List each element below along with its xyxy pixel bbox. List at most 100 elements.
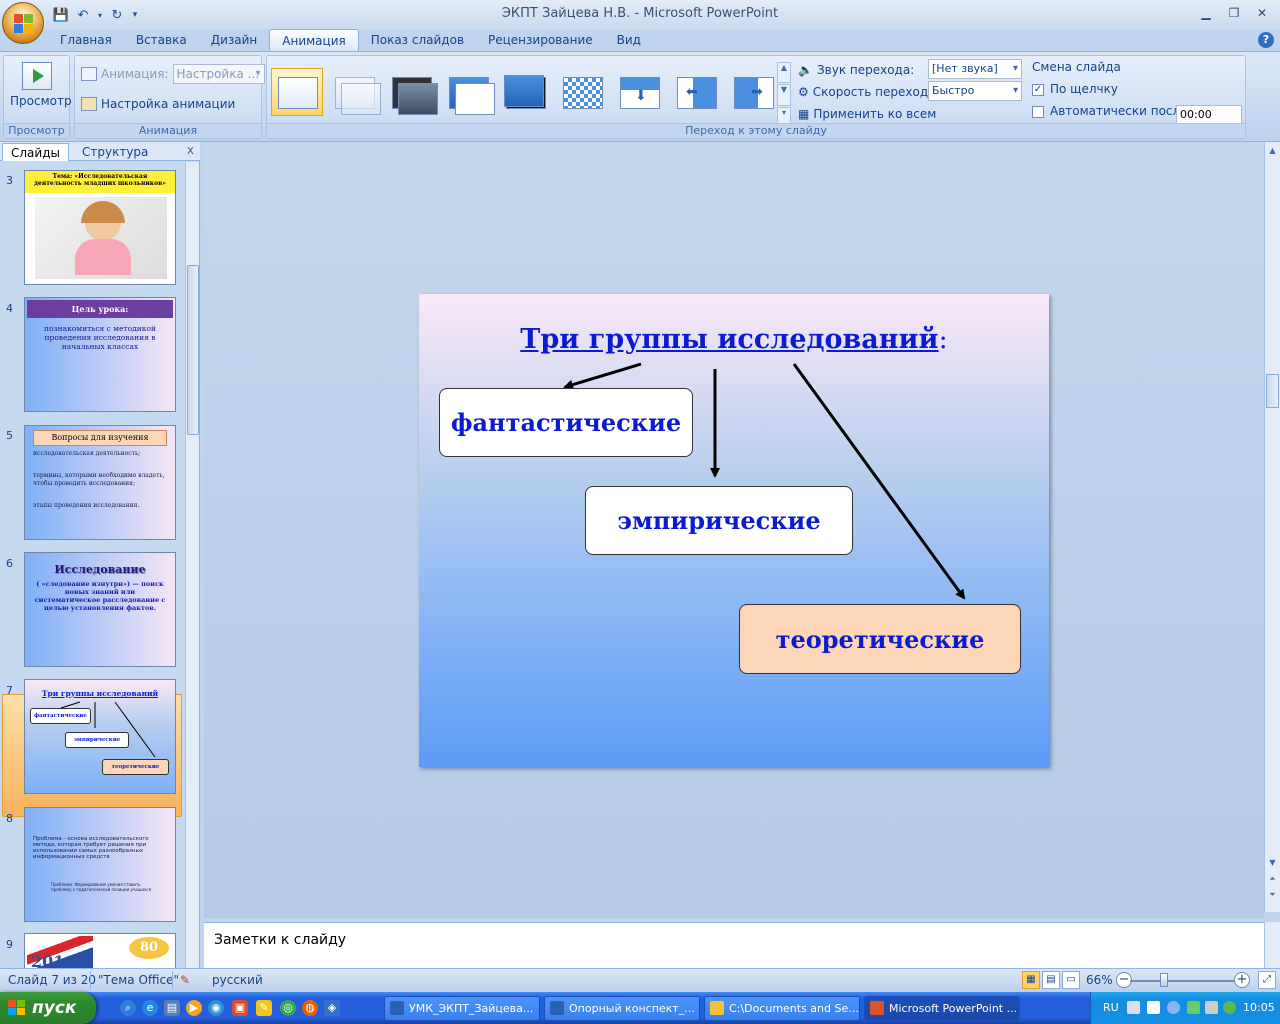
zoom-level[interactable]: 66% [1086, 973, 1113, 987]
slide-thumbnail-6[interactable]: Исследование ( «следование изнутри») — п… [24, 552, 176, 667]
slide-box-empirical[interactable]: эмпирические [585, 486, 853, 555]
slide-thumbnail-3[interactable]: Тема: «Исследовательская деятельность мл… [24, 170, 176, 285]
auto-advance-time-input[interactable]: 00:00 [1176, 105, 1242, 125]
tab-outline[interactable]: Структура [74, 143, 156, 161]
on-click-checkbox[interactable]: ✓ [1032, 83, 1044, 96]
app-icon[interactable]: ▣ [232, 1000, 248, 1016]
slide-box-fantastic[interactable]: фантастические [439, 388, 693, 457]
notes-pane[interactable]: Заметки к слайду [204, 922, 1264, 968]
animation-select[interactable]: Настройка ... [172, 64, 265, 84]
firefox-icon[interactable]: ◍ [302, 1000, 318, 1016]
next-slide-icon[interactable]: ⏷ [1266, 888, 1279, 902]
editor-scrollbar[interactable]: ▲ ▼ ⏶ ⏷ [1264, 142, 1280, 912]
gallery-down-icon[interactable]: ▼ [777, 84, 791, 106]
transition-cut[interactable] [442, 68, 495, 116]
close-pane-icon[interactable]: x [187, 143, 194, 157]
sound-select[interactable]: [Нет звука] [928, 59, 1022, 79]
keyboard-icon[interactable] [1127, 1001, 1140, 1014]
transition-fade[interactable] [328, 68, 381, 116]
scroll-up-icon[interactable]: ▲ [1266, 144, 1279, 158]
tab-animation[interactable]: Анимация [269, 29, 359, 51]
editor-scroll-thumb[interactable] [1266, 374, 1279, 408]
media-icon[interactable]: ◉ [208, 1000, 224, 1016]
transition-fade-black[interactable] [385, 68, 438, 116]
apply-all-button[interactable]: ▦ Применить ко всем [798, 104, 936, 124]
tray-app-icon[interactable] [1147, 1001, 1160, 1014]
gallery-up-icon[interactable]: ▲ [777, 62, 791, 84]
speed-select[interactable]: Быстро [928, 81, 1022, 101]
slides-pane-scroll-thumb[interactable] [187, 265, 199, 435]
volume-icon[interactable] [1205, 1001, 1218, 1014]
auto-advance-checkbox[interactable] [1032, 105, 1044, 118]
tab-view[interactable]: Вид [605, 29, 653, 51]
restore-icon[interactable]: ❐ [1222, 4, 1246, 22]
antivirus-icon[interactable] [1223, 1001, 1236, 1014]
zoom-slider[interactable] [1130, 980, 1234, 982]
tab-slides[interactable]: Слайды [2, 143, 69, 161]
tab-insert[interactable]: Вставка [124, 29, 199, 51]
transition-wipe-down[interactable]: ⬇ [613, 68, 665, 116]
other-app-icon[interactable]: ◈ [324, 1000, 340, 1016]
transition-cut-black[interactable] [499, 68, 551, 116]
slide-box-theoretical[interactable]: теоретические [739, 604, 1021, 674]
slide-thumbnail-4[interactable]: Цель урока: познакомиться с методикой пр… [24, 297, 176, 412]
taskbar-item-word-1[interactable]: УМК_ЭКПТ_Зайцева... [384, 996, 540, 1021]
previous-slide-icon[interactable]: ⏶ [1266, 872, 1279, 886]
language-indicator[interactable]: русский [212, 973, 263, 987]
slide-sorter-icon[interactable]: ▤ [1042, 971, 1060, 989]
start-label: пуск [32, 998, 77, 1018]
transition-dissolve[interactable] [556, 68, 608, 116]
group-label-preview: Просмотр [4, 123, 69, 138]
custom-animation-label: Настройка анимации [101, 97, 236, 111]
animation-label: Анимация: [101, 67, 169, 81]
ie-icon[interactable]: e [142, 1000, 158, 1016]
slide-6-title: Исследование [54, 563, 146, 576]
scroll-down-icon[interactable]: ▼ [1266, 856, 1279, 870]
taskbar-item-explorer[interactable]: C:\Documents and Se... [704, 996, 860, 1021]
network-icon[interactable] [1187, 1001, 1200, 1014]
tab-review[interactable]: Рецензирование [476, 29, 605, 51]
office-button[interactable] [2, 2, 44, 44]
custom-animation-button[interactable]: Настройка анимации [81, 94, 235, 114]
slideshow-view-icon[interactable]: ▭ [1062, 971, 1080, 989]
slide-thumbnail-8[interactable]: Проблема - основа исследовательского мет… [24, 807, 176, 922]
slide-title[interactable]: Три группы исследований: [419, 324, 1049, 355]
current-slide[interactable]: Три группы исследований: фантастические … [419, 294, 1049, 767]
slide-thumbnail-5[interactable]: Вопросы для изучения исследовательская д… [24, 425, 176, 540]
system-tray: RU 10:05 [1090, 992, 1280, 1024]
tab-slideshow[interactable]: Показ слайдов [359, 29, 476, 51]
media-player-icon[interactable]: ▶ [186, 1000, 202, 1016]
minimize-icon[interactable]: ▁ [1194, 4, 1218, 22]
fit-window-icon[interactable]: ⤢ [1258, 971, 1276, 989]
notes-scrollbar[interactable] [1264, 922, 1280, 968]
help-icon[interactable]: ? [1258, 32, 1274, 48]
transition-wipe-right[interactable]: ➡ [727, 68, 779, 116]
document-icon[interactable]: ▤ [164, 1000, 180, 1016]
tab-home[interactable]: Главная [48, 29, 124, 51]
slides-pane-scrollbar[interactable] [185, 162, 199, 968]
notes-app-icon[interactable]: ✎ [256, 1000, 272, 1016]
search-icon[interactable]: ⌕ [120, 1000, 136, 1016]
close-icon[interactable]: ✕ [1250, 4, 1274, 22]
transition-none[interactable] [271, 68, 323, 116]
language-tray[interactable]: RU [1103, 1001, 1119, 1014]
status-bar: Слайд 7 из 20 "Тема Office" ✎ русский ▦ … [0, 968, 1280, 992]
group-label-animations: Анимация [75, 123, 261, 138]
zoom-slider-knob[interactable] [1160, 973, 1168, 987]
chrome-icon[interactable]: ◎ [280, 1000, 296, 1016]
slide-thumbnail-7[interactable]: Три группы исследований фантастические э… [24, 679, 176, 794]
preview-button[interactable]: Просмотр [10, 62, 72, 122]
spellcheck-icon[interactable]: ✎ [180, 973, 190, 987]
transition-wipe-left[interactable]: ⬅ [670, 68, 722, 116]
tray-arrow-icon[interactable] [1167, 1001, 1180, 1014]
start-button[interactable]: пуск [0, 992, 96, 1024]
normal-view-icon[interactable]: ▦ [1022, 971, 1040, 989]
slide-thumbnail-9[interactable]: 2016 80 [24, 933, 176, 968]
tab-design[interactable]: Дизайн [199, 29, 270, 51]
taskbar-item-word-2[interactable]: Опорный конспект_... [544, 996, 700, 1021]
on-click-option[interactable]: ✓ По щелчку [1032, 82, 1118, 96]
auto-advance-option[interactable]: Автоматически после: [1032, 104, 1192, 118]
zoom-in-icon[interactable]: + [1234, 972, 1250, 988]
taskbar-item-powerpoint[interactable]: Microsoft PowerPoint ... [864, 996, 1020, 1021]
taskbar-item-label: Опорный конспект_... [569, 1002, 695, 1015]
